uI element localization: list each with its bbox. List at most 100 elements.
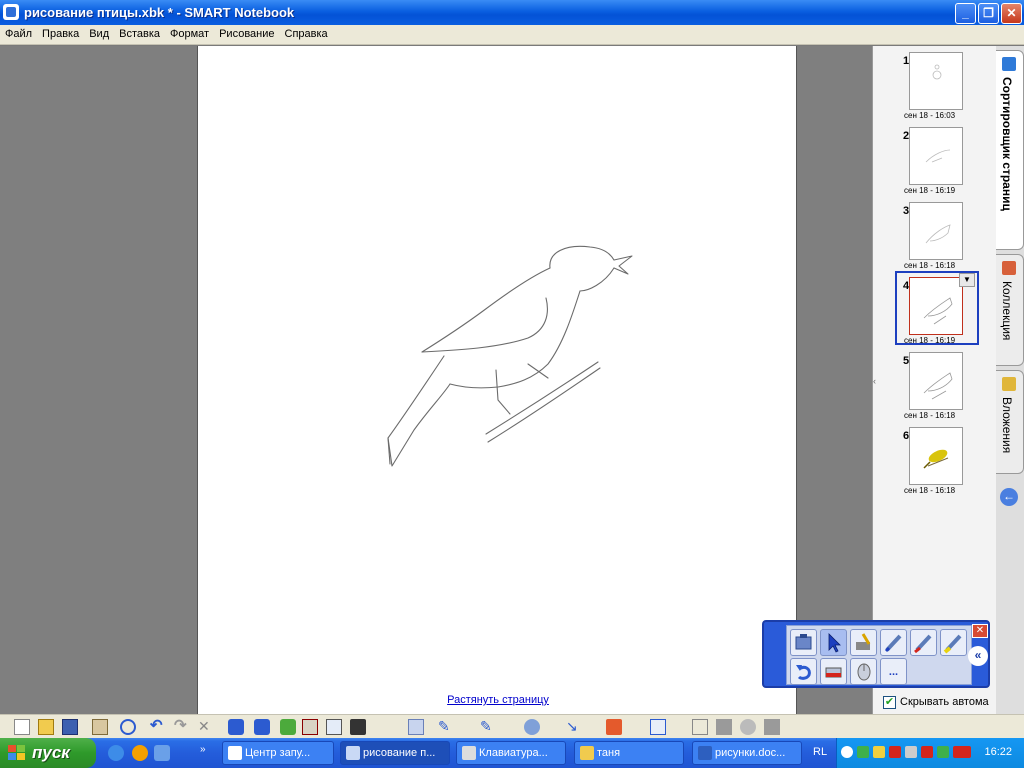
show-desktop-icon[interactable]: [154, 745, 170, 761]
autohide-option[interactable]: ✔ Скрывать автома: [880, 694, 990, 712]
floating-tools-collapse-button[interactable]: «: [968, 646, 988, 666]
new-file-icon[interactable]: [14, 719, 30, 735]
start-button[interactable]: пуск: [0, 738, 96, 768]
task-folder[interactable]: таня: [574, 741, 684, 765]
close-button[interactable]: ✕: [1001, 3, 1022, 24]
task-smart-notebook[interactable]: рисование п...: [340, 741, 450, 765]
tray-smart-icon[interactable]: [937, 746, 949, 758]
tray-usb-icon[interactable]: [905, 746, 917, 758]
pen-red-button[interactable]: [910, 629, 937, 656]
undo-button[interactable]: [790, 658, 817, 685]
page-thumbnail-1[interactable]: 1 сен 18 - 16:03: [873, 46, 997, 121]
menu-edit[interactable]: Правка: [37, 25, 84, 40]
tray-ati-icon[interactable]: [953, 746, 971, 758]
properties-icon[interactable]: [692, 719, 708, 735]
menu-help[interactable]: Справка: [280, 25, 333, 40]
tab-attachments[interactable]: Вложения: [996, 370, 1024, 474]
tray-alert-icon[interactable]: [921, 746, 933, 758]
extend-page-link[interactable]: Растянуть страницу: [198, 694, 798, 706]
toolbar-down-icon[interactable]: [764, 719, 780, 735]
highlighter-button[interactable]: [940, 629, 967, 656]
tab-page-sorter[interactable]: Сортировщик страниц: [996, 50, 1024, 250]
page-thumbnail-3[interactable]: 3 сен 18 - 16:18: [873, 196, 997, 271]
toolbar-options-icon[interactable]: [740, 719, 756, 735]
clock: 16:22: [984, 746, 1012, 758]
media-player-icon[interactable]: [132, 745, 148, 761]
delete-icon[interactable]: ✕: [198, 719, 214, 735]
screen-capture-button[interactable]: [790, 629, 817, 656]
menu-draw[interactable]: Рисование: [214, 25, 279, 40]
open-folder-icon[interactable]: [38, 719, 54, 735]
panel-collapse-arrow[interactable]: ‹: [873, 376, 879, 386]
select-tool-button[interactable]: [820, 629, 847, 656]
tab-gallery[interactable]: Коллекция: [996, 254, 1024, 366]
previous-page-icon[interactable]: [228, 719, 244, 735]
task-launch-center[interactable]: Центр запу...: [222, 741, 334, 765]
next-page-icon[interactable]: [254, 719, 270, 735]
language-indicator[interactable]: RL: [813, 746, 827, 758]
back-arrow-icon[interactable]: ←: [1000, 488, 1018, 506]
line-icon[interactable]: ↘: [566, 719, 582, 735]
task-label: рисунки.doc...: [715, 747, 786, 759]
thumbnail-image[interactable]: [909, 127, 963, 185]
magic-pen-button[interactable]: [850, 629, 877, 656]
thumbnail-menu-dropdown[interactable]: ▼: [959, 273, 975, 287]
smart-notebook-app-icon[interactable]: [3, 4, 19, 20]
pen-icon[interactable]: ✎: [438, 719, 454, 735]
thumbnail-date: сен 18 - 16:18: [904, 261, 956, 270]
page-thumbnail-2[interactable]: 2 сен 18 - 16:19: [873, 121, 997, 196]
tray-antivirus-icon[interactable]: [889, 746, 901, 758]
full-screen-icon[interactable]: [326, 719, 342, 735]
save-icon[interactable]: [62, 719, 78, 735]
tab-label: Вложения: [1000, 397, 1014, 454]
notebook-page[interactable]: Растянуть страницу: [197, 46, 797, 714]
tray-network-icon[interactable]: [857, 746, 869, 758]
camera-icon[interactable]: [350, 719, 366, 735]
quick-launch-expand-icon[interactable]: »: [200, 744, 206, 755]
menu-view[interactable]: Вид: [84, 25, 114, 40]
bird-drawing[interactable]: [198, 46, 798, 686]
zoom-icon[interactable]: [120, 719, 136, 735]
select-arrow-icon[interactable]: [408, 719, 424, 735]
undo-icon[interactable]: ↶: [150, 718, 166, 735]
page-thumbnail-5[interactable]: 5 сен 18 - 16:18: [873, 346, 997, 421]
add-page-icon[interactable]: [280, 719, 296, 735]
mouse-button[interactable]: [850, 658, 877, 685]
minimize-button[interactable]: _: [955, 3, 976, 24]
autohide-checkbox[interactable]: ✔: [883, 696, 896, 709]
menu-insert[interactable]: Вставка: [114, 25, 165, 40]
floating-tools-close-button[interactable]: ✕: [972, 624, 988, 638]
screen-shade-icon[interactable]: [302, 719, 318, 735]
task-word-document[interactable]: рисунки.doc...: [692, 741, 802, 765]
tray-collapse-icon[interactable]: [841, 746, 853, 758]
paste-icon[interactable]: [92, 719, 108, 735]
thumbnail-image[interactable]: [909, 427, 963, 485]
start-label: пуск: [32, 743, 70, 762]
internet-explorer-icon[interactable]: [108, 745, 124, 761]
folder-icon: [580, 746, 594, 760]
redo-icon[interactable]: ↷: [174, 718, 190, 735]
thumbnail-image[interactable]: [909, 202, 963, 260]
system-tray: RL 16:22: [813, 738, 1024, 768]
eraser-button[interactable]: [820, 658, 847, 685]
creative-pen-icon[interactable]: ✎: [480, 719, 496, 735]
page-thumbnail-6[interactable]: 6 сен 18 - 16:18: [873, 421, 997, 496]
thumbnail-image[interactable]: [909, 352, 963, 410]
thumbnail-image[interactable]: [909, 277, 963, 335]
move-toolbar-icon[interactable]: [716, 719, 732, 735]
tray-shield-icon[interactable]: [873, 746, 885, 758]
pen-blue-button[interactable]: [880, 629, 907, 656]
thumbnail-image[interactable]: [909, 52, 963, 110]
windows-logo-icon: [8, 745, 26, 761]
task-keyboard[interactable]: Клавиатура...: [456, 741, 566, 765]
task-icon: [346, 746, 360, 760]
page-thumbnail-4[interactable]: 4 ▼ сен 18 - 16:19: [873, 271, 997, 346]
thumbnail-date: сен 18 - 16:19: [904, 186, 956, 195]
menu-format[interactable]: Формат: [165, 25, 214, 40]
eraser-icon[interactable]: [524, 719, 540, 735]
more-tools-button[interactable]: ...: [880, 658, 907, 685]
maximize-button[interactable]: ❐: [978, 3, 999, 24]
menu-file[interactable]: Файл: [0, 25, 37, 40]
fill-icon[interactable]: [650, 719, 666, 735]
shapes-icon[interactable]: [606, 719, 622, 735]
